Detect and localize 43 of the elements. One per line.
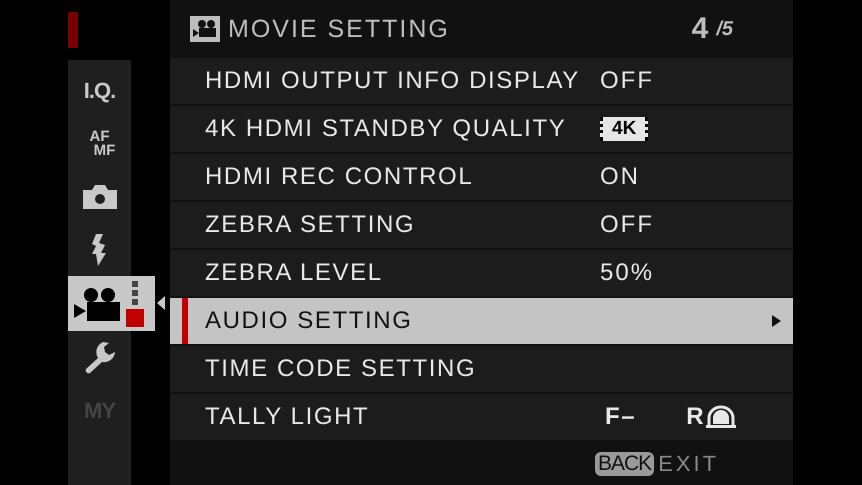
setting-label: ZEBRA LEVEL xyxy=(205,259,384,287)
movie-camera-icon xyxy=(74,286,120,320)
menu-row[interactable]: AUDIO SETTING xyxy=(170,298,793,344)
position-marker xyxy=(68,12,78,48)
setting-value: ON xyxy=(600,163,640,191)
menu-row[interactable]: ZEBRA LEVEL 50% xyxy=(170,250,793,296)
page-number: 4 xyxy=(692,12,708,46)
flash-icon xyxy=(90,234,108,266)
focus-tab-label: AF MF xyxy=(88,130,116,158)
exit-label: EXIT xyxy=(658,450,720,476)
menu-tab-label: I.Q. xyxy=(84,78,116,104)
back-key[interactable]: BACK xyxy=(595,452,654,476)
quality-badge: 4K xyxy=(600,117,648,141)
setting-label: HDMI OUTPUT INFO DISPLAY xyxy=(205,67,581,95)
setting-label: TIME CODE SETTING xyxy=(205,355,478,383)
setting-value: 50% xyxy=(600,259,654,287)
selection-marker xyxy=(182,298,188,344)
setting-value: OFF xyxy=(600,211,654,239)
setting-label: TALLY LIGHT xyxy=(205,403,370,431)
wrench-icon xyxy=(84,342,114,374)
menu-row[interactable]: TIME CODE SETTING xyxy=(170,346,793,392)
menu-row[interactable]: ZEBRA SETTING OFF xyxy=(170,202,793,248)
pointer-icon xyxy=(157,296,165,310)
tally-lamp-icon xyxy=(705,405,738,429)
setting-label: ZEBRA SETTING xyxy=(205,211,416,239)
movie-camera-icon xyxy=(190,16,220,42)
menu-title: MOVIE SETTING xyxy=(228,14,451,44)
setting-label: AUDIO SETTING xyxy=(205,307,414,335)
menu-row[interactable]: HDMI OUTPUT INFO DISPLAY OFF xyxy=(170,58,793,104)
submenu-arrow-icon xyxy=(772,315,781,327)
menu-row[interactable]: 4K HDMI STANDBY QUALITY 4K xyxy=(170,106,793,152)
menu-tab[interactable]: AF MF xyxy=(68,117,131,170)
menu-row[interactable]: HDMI REC CONTROL ON xyxy=(170,154,793,200)
menu-row[interactable]: TALLY LIGHT F– R xyxy=(170,394,793,440)
page-indicator-icon xyxy=(126,280,144,326)
camera-icon xyxy=(82,184,116,208)
front-tally-value: F– xyxy=(605,403,636,431)
setting-label: 4K HDMI STANDBY QUALITY xyxy=(205,115,568,143)
rear-tally-value: R xyxy=(686,403,706,431)
menu-tab[interactable]: I.Q. xyxy=(68,64,131,117)
setting-value: OFF xyxy=(600,67,654,95)
page-total: /5 xyxy=(716,18,733,40)
setting-label: HDMI REC CONTROL xyxy=(205,163,474,191)
